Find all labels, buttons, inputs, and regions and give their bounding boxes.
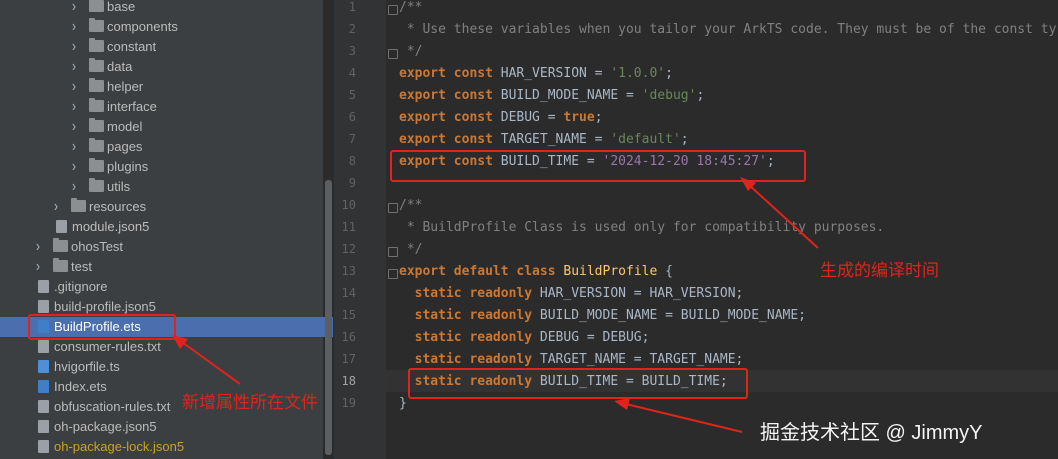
file-annotation: 新增属性所在文件 xyxy=(182,393,318,412)
build-time-annotation: 生成的编译时间 xyxy=(820,261,939,280)
watermark: 掘金技术社区 @ JimmyY xyxy=(760,422,983,444)
arrow-to-build-time-const xyxy=(747,183,819,249)
arrow-to-build-time-static xyxy=(625,403,743,433)
annotation-arrows xyxy=(172,177,819,433)
arrow-head-buildprofile-file xyxy=(172,335,188,349)
arrow-head-build-time-static xyxy=(614,398,630,410)
arrow-to-buildprofile-file xyxy=(181,341,241,385)
